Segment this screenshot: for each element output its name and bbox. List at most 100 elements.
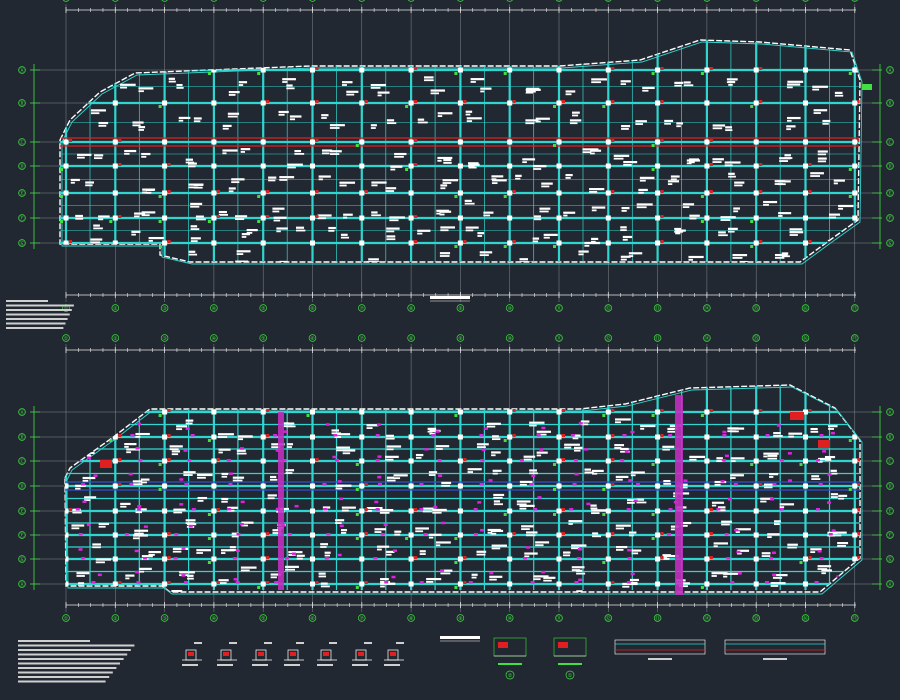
annotation-tag <box>875 607 884 609</box>
column <box>852 139 858 145</box>
slab-marker <box>586 502 591 506</box>
slab-marker <box>232 557 237 560</box>
annotation-tag <box>711 504 717 507</box>
annotation-tag <box>183 474 193 476</box>
green-marker <box>158 414 162 417</box>
column <box>112 163 118 169</box>
annotation-tag <box>168 80 176 83</box>
annotation-tag <box>732 254 748 257</box>
slab-marker <box>337 553 342 557</box>
slab-marker <box>235 549 240 552</box>
annotation-tag <box>235 218 245 221</box>
annotation-tag <box>565 90 576 93</box>
rebar-marker <box>266 581 270 584</box>
slab-marker <box>136 508 141 511</box>
column <box>605 581 611 587</box>
column <box>605 483 611 489</box>
annotation-tag <box>730 474 744 477</box>
annotation-tag <box>217 436 228 438</box>
annotation-tag <box>876 252 881 254</box>
slab-marker <box>419 508 424 511</box>
annotation-tag <box>218 448 231 451</box>
annotation-tag <box>272 207 285 210</box>
slab-marker <box>375 508 380 511</box>
annotation-tag <box>175 601 188 603</box>
annotation-tag <box>492 472 498 475</box>
annotation-tag <box>873 421 886 423</box>
annotation-tag <box>667 430 676 433</box>
green-marker <box>553 463 556 466</box>
annotation-tag <box>737 609 744 611</box>
annotation-tag <box>341 607 349 609</box>
column <box>507 100 513 106</box>
annotation-tag <box>76 575 85 577</box>
rebar-marker <box>315 100 319 103</box>
detail-sections: ②① <box>182 637 826 680</box>
slab-marker <box>787 452 792 455</box>
column <box>507 190 513 196</box>
rebar-marker <box>562 458 565 461</box>
annotation-tag <box>487 531 493 534</box>
rebar-marker <box>463 458 467 461</box>
slab-marker <box>235 598 239 601</box>
axis-label: ⑨ <box>458 0 463 2</box>
axis-label: ⑤ <box>261 616 266 622</box>
column <box>310 100 315 106</box>
annotation-tag <box>386 230 395 233</box>
annotation-tag <box>132 483 143 486</box>
slab-marker <box>830 431 835 435</box>
slab-marker <box>736 550 741 554</box>
level-marker <box>862 84 872 90</box>
annotation-tag <box>614 421 621 424</box>
annotation-tag <box>84 428 92 431</box>
annotation-tag <box>773 523 780 526</box>
green-marker <box>651 72 655 75</box>
annotation-tag <box>565 93 572 96</box>
annotation-tag <box>662 445 675 448</box>
annotation-tag <box>614 418 631 421</box>
annotation-tag <box>72 511 82 514</box>
annotation-tag <box>428 533 442 536</box>
column <box>112 556 118 562</box>
rebar-marker <box>562 409 565 412</box>
slab-marker <box>287 533 292 536</box>
annotation-tag <box>480 90 485 93</box>
annotation-tag <box>728 83 733 86</box>
annotation-tag <box>190 240 198 243</box>
slab-marker <box>187 459 192 462</box>
annotation-tag <box>863 112 871 114</box>
slab-marker <box>273 434 278 437</box>
slab-marker <box>82 500 87 504</box>
column <box>704 67 710 73</box>
annotation-tag <box>270 576 277 579</box>
slab-marker <box>419 483 424 486</box>
axis-label: ⑯ <box>803 0 808 2</box>
slab-marker <box>95 596 99 599</box>
column <box>507 458 513 464</box>
green-marker <box>553 144 556 147</box>
annotation-tag <box>393 596 404 598</box>
slab-marker <box>335 459 340 462</box>
annotation-tag <box>723 575 728 578</box>
column <box>457 483 463 489</box>
annotation-tag <box>688 258 693 261</box>
annotation-tag <box>187 269 194 271</box>
annotation-tag <box>285 425 296 428</box>
note-line <box>6 300 48 302</box>
green-marker <box>454 245 458 248</box>
row-label: Ⓔ <box>19 190 24 197</box>
annotation-tag <box>636 501 647 504</box>
annotation-tag <box>578 253 584 256</box>
annotation-tag <box>614 444 625 447</box>
annotation-tag <box>133 534 148 537</box>
rebar-marker <box>611 434 615 437</box>
annotation-tag <box>879 607 885 609</box>
annotation-tag <box>519 483 527 486</box>
column <box>605 67 611 73</box>
slab-marker <box>570 434 575 437</box>
annotation-tag <box>386 122 397 125</box>
column <box>507 434 513 440</box>
cad-drawing-canvas[interactable]: ①①②②③③④④⑤⑤⑥⑥⑦⑦⑧⑧⑨⑨⑩⑩⑪⑪⑫⑫⑬⑬⑭⑭⑮⑮⑯⑯⑰⑰ⒶⒶⒷⒷⒸⒸ… <box>0 0 900 700</box>
column <box>852 215 858 221</box>
annotation-tag <box>190 237 201 240</box>
